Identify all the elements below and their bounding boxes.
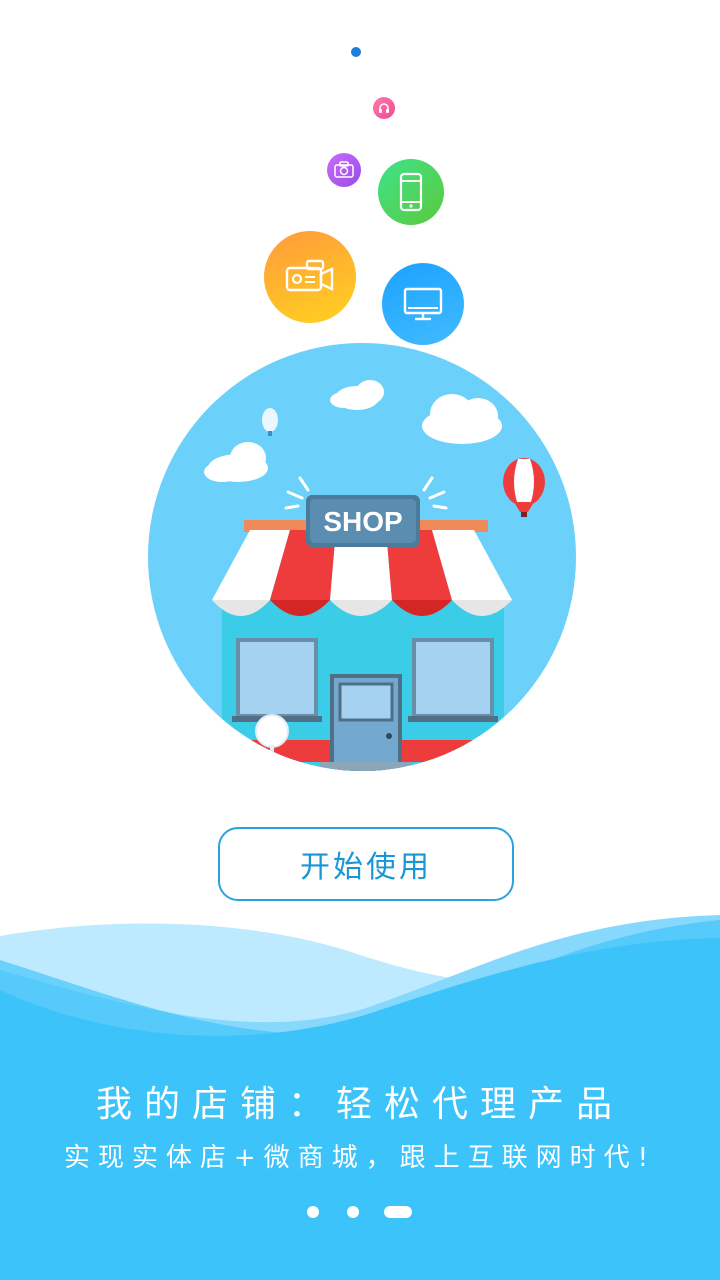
monitor-icon (382, 263, 464, 345)
headline: 我的店铺：轻松代理产品 (95, 1084, 624, 1125)
pager-dot-1[interactable] (307, 1206, 319, 1218)
start-button[interactable]: 开始使用 (218, 827, 514, 901)
subline: 实现实体店+微商城，跟上互联网时代! (63, 1143, 657, 1173)
pager-dot-3-active[interactable] (384, 1206, 412, 1218)
shop-illustration: SHOP (148, 343, 576, 771)
headphones-icon (373, 97, 395, 119)
camera-icon (327, 153, 361, 187)
video-camera-icon (264, 231, 356, 323)
pager-dot-2[interactable] (347, 1206, 359, 1218)
shop-sign-text: SHOP (323, 506, 402, 537)
phone-icon (378, 159, 444, 225)
top-dot (351, 47, 361, 57)
